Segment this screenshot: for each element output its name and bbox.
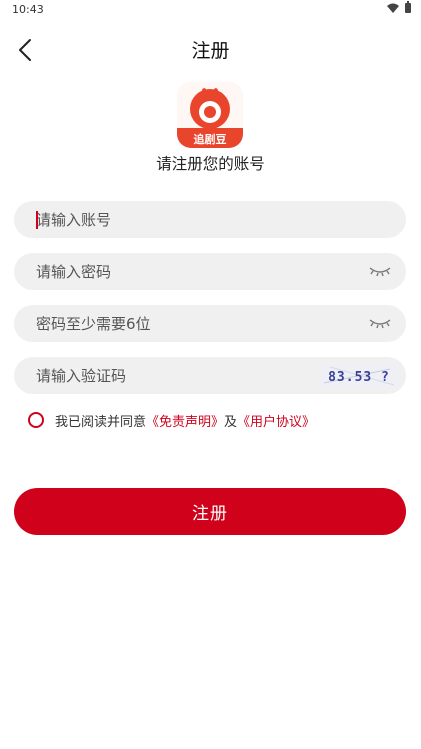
eye-closed-icon[interactable] — [368, 315, 392, 331]
eye-closed-icon[interactable] — [368, 263, 392, 279]
status-bar: 10:43 — [0, 0, 421, 20]
status-icons — [387, 1, 411, 13]
app-logo: 追剧豆 — [177, 82, 243, 148]
subtitle: 请注册您的账号 — [156, 155, 265, 173]
status-time: 10:43 — [12, 3, 44, 16]
captcha-image[interactable]: 83.53 ? — [320, 363, 398, 388]
agreement-prefix: 我已阅读并同意 — [55, 414, 147, 430]
page-title: 注册 — [191, 40, 230, 62]
agreement-text: 我已阅读并同意《免责声明》及《用户协议》 — [55, 411, 315, 430]
confirm-password-input[interactable] — [36, 314, 336, 333]
captcha-text: 83.53 ? — [328, 370, 390, 385]
register-button[interactable]: 注册 — [14, 488, 406, 535]
captcha-input[interactable] — [36, 366, 336, 385]
user-agreement-link[interactable]: 《用户协议》 — [237, 415, 315, 430]
password-input[interactable] — [36, 262, 336, 281]
agree-radio[interactable] — [28, 412, 44, 428]
agreement-joiner: 及 — [224, 414, 238, 430]
captcha-field[interactable]: 83.53 ? — [14, 357, 406, 394]
header: 注册 — [0, 28, 421, 72]
disclaimer-link[interactable]: 《免责声明》 — [146, 415, 224, 430]
agreement-row: 我已阅读并同意《免责声明》及《用户协议》 — [28, 410, 315, 430]
app-logo-icon: 追剧豆 — [177, 82, 243, 148]
wifi-icon — [387, 3, 399, 13]
logo-text: 追剧豆 — [194, 132, 227, 146]
password-field[interactable] — [14, 253, 406, 290]
battery-icon — [405, 1, 411, 13]
text-cursor — [36, 211, 38, 229]
account-input[interactable] — [36, 210, 336, 229]
account-field[interactable] — [14, 201, 406, 238]
captcha-graphic: 83.53 ? — [323, 366, 395, 386]
confirm-password-field[interactable] — [14, 305, 406, 342]
